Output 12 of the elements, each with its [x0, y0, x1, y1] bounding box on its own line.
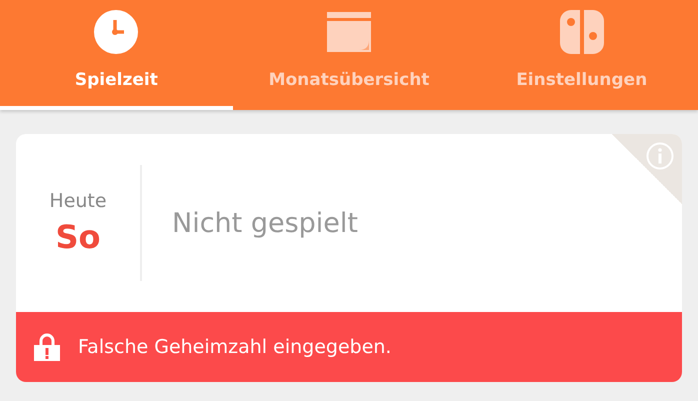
tab[interactable]: Monatsübersicht [232, 0, 466, 110]
info-icon[interactable] [646, 142, 674, 170]
today-label: Heute [49, 190, 107, 212]
tab[interactable]: Spielzeit [0, 0, 233, 110]
lock-icon [34, 333, 60, 361]
clock-icon [94, 10, 138, 54]
alert-message: Falsche Geheimzahl eingegeben. [78, 336, 392, 358]
tab[interactable]: Einstellungen [465, 0, 698, 110]
game-console-icon [560, 10, 604, 54]
status-text: Nicht gespielt [172, 208, 358, 238]
weekday: So [55, 218, 101, 256]
calendar-icon [327, 10, 371, 54]
